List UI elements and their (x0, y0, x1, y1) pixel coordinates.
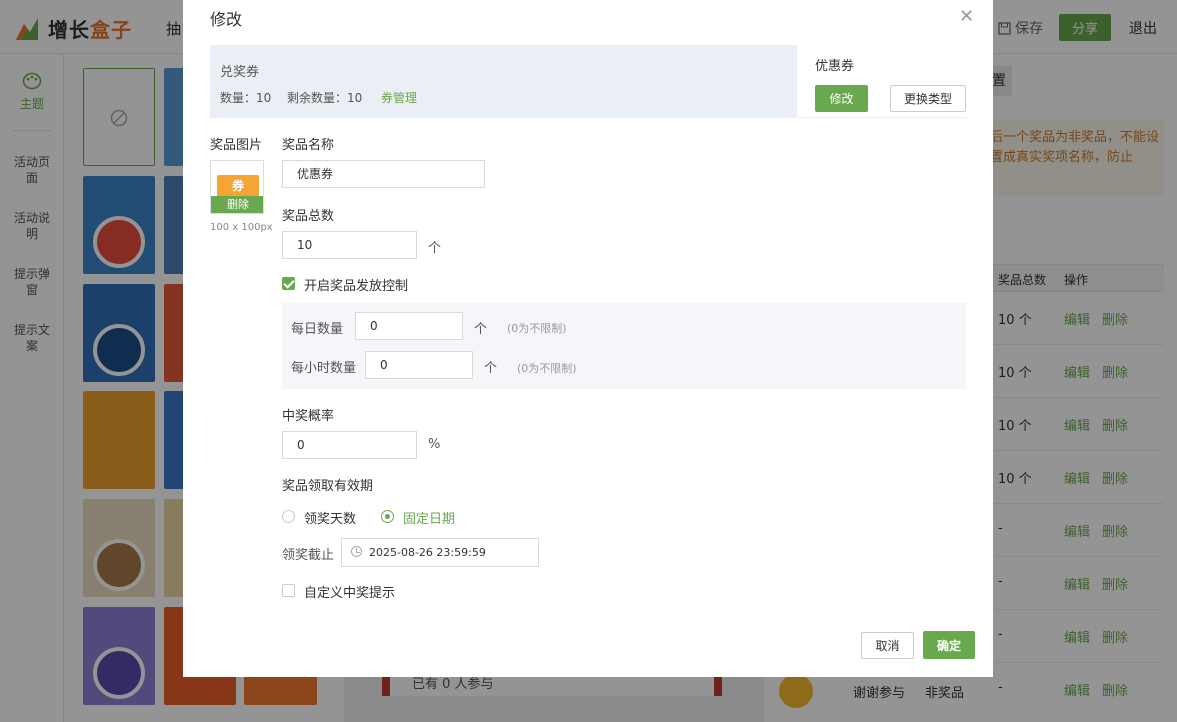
daily-quantity-input[interactable]: 0 (355, 312, 463, 340)
modal-title: 修改 (210, 10, 243, 29)
daily-unit: 个 (474, 322, 488, 337)
coupon-name: 兑奖券 (220, 65, 260, 80)
deadline-label: 领奖截止 (282, 548, 335, 563)
validity-fixed-radio[interactable] (381, 510, 394, 523)
hourly-label: 每小时数量 (291, 361, 357, 376)
clock-icon (351, 546, 362, 557)
validity-label: 奖品领取有效期 (282, 479, 374, 494)
coupon-manage-link[interactable]: 券管理 (381, 89, 417, 106)
cancel-button[interactable]: 取消 (861, 632, 914, 659)
validity-days-radio[interactable] (282, 510, 295, 523)
prize-type-label: 优惠券 (815, 59, 855, 74)
close-icon[interactable]: ✕ (959, 6, 974, 27)
coupon-quantity: 数量：10 (220, 91, 272, 105)
probability-input[interactable]: 0 (282, 431, 417, 459)
hourly-unit: 个 (484, 361, 498, 376)
confirm-button[interactable]: 确定 (923, 631, 975, 659)
prize-image[interactable]: 券 删除 (210, 160, 264, 214)
name-label: 奖品名称 (282, 138, 335, 153)
prize-name-input[interactable]: 优惠券 (282, 160, 485, 188)
validity-days-label: 领奖天数 (304, 512, 357, 527)
edit-coupon-button[interactable]: 修改 (815, 85, 868, 112)
validity-fixed-label: 固定日期 (403, 512, 456, 527)
coupon-remaining: 剩余数量：10 (287, 91, 363, 105)
probability-label: 中奖概率 (282, 409, 335, 424)
probability-unit: % (428, 437, 441, 452)
daily-hint: (0为不限制) (507, 322, 567, 335)
change-type-button[interactable]: 更换类型 (890, 85, 966, 112)
enable-control-checkbox[interactable] (282, 277, 295, 290)
deadline-value: 2025-08-26 23:59:59 (369, 546, 486, 559)
image-label: 奖品图片 (210, 138, 263, 153)
edit-prize-modal: 修改 ✕ 兑奖券 数量：10 剩余数量：10 券管理 优惠券 修改 更换类型 奖… (183, 0, 993, 677)
hourly-quantity-input[interactable]: 0 (365, 351, 473, 379)
hourly-hint: (0为不限制) (517, 362, 577, 375)
custom-tip-checkbox[interactable] (282, 584, 295, 597)
image-size-hint: 100 x 100px (210, 222, 273, 233)
delete-image-button[interactable]: 删除 (211, 196, 263, 213)
coupon-info-card: 兑奖券 数量：10 剩余数量：10 券管理 (210, 45, 797, 118)
custom-tip-label: 自定义中奖提示 (304, 586, 396, 601)
enable-control-label: 开启奖品发放控制 (304, 279, 409, 294)
prize-total-input[interactable]: 10 (282, 231, 417, 259)
deadline-date-input[interactable]: 2025-08-26 23:59:59 (341, 538, 539, 567)
total-label: 奖品总数 (282, 209, 335, 224)
total-unit: 个 (428, 241, 442, 256)
prize-type-panel: 优惠券 修改 更换类型 (797, 45, 967, 118)
coupon-image-icon: 券 (217, 175, 259, 197)
daily-label: 每日数量 (291, 322, 344, 337)
